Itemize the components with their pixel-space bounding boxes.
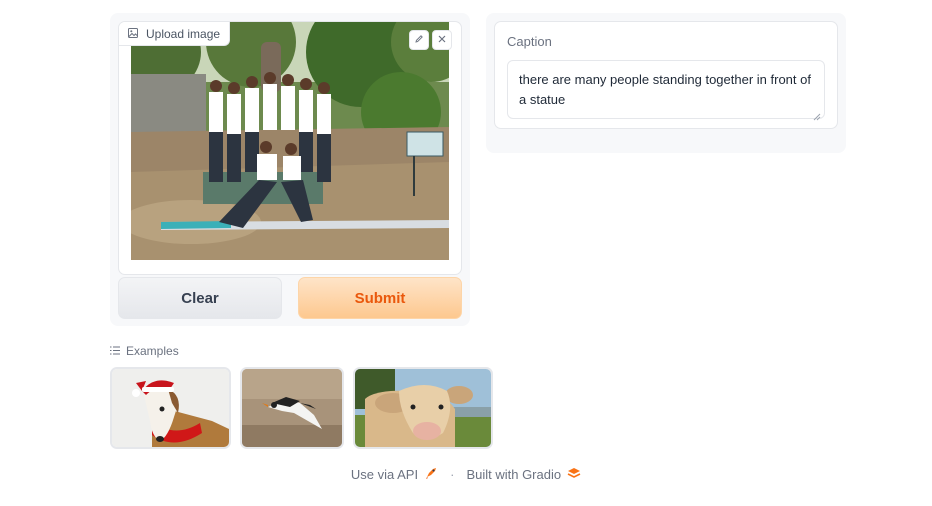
output-panel: Caption there are many people standing t…	[486, 13, 846, 153]
caption-output: Caption there are many people standing t…	[494, 21, 838, 129]
uploaded-photo	[131, 22, 449, 260]
examples-label: Examples	[126, 344, 179, 358]
edit-button[interactable]	[409, 30, 429, 50]
example-cow[interactable]	[353, 367, 493, 449]
image-input-label: Upload image	[119, 22, 231, 46]
image-icon	[128, 27, 138, 41]
built-with-gradio-text: Built with Gradio	[466, 467, 562, 482]
submit-button[interactable]: Submit	[298, 277, 462, 319]
built-with-gradio-link[interactable]: Built with Gradio	[466, 466, 581, 483]
list-icon	[110, 344, 120, 358]
gradio-logo-icon	[567, 466, 581, 483]
example-bird[interactable]	[240, 367, 344, 449]
use-via-api-text: Use via API	[350, 467, 419, 482]
footer: Use via API · Built with Gradio	[0, 466, 932, 483]
clear-button[interactable]: Clear	[118, 277, 282, 319]
caption-value: there are many people standing together …	[519, 72, 811, 107]
image-input-label-text: Upload image	[146, 26, 221, 41]
image-input[interactable]: Upload image	[118, 21, 462, 275]
close-icon	[437, 31, 447, 49]
example-dog[interactable]	[110, 367, 231, 449]
rocket-icon	[424, 466, 438, 483]
footer-separator: ·	[450, 467, 455, 482]
caption-textarea[interactable]: there are many people standing together …	[507, 60, 825, 121]
use-via-api-link[interactable]: Use via API	[351, 466, 438, 483]
remove-image-button[interactable]	[432, 30, 452, 50]
examples-header: Examples	[110, 344, 179, 358]
resize-grip-icon[interactable]	[813, 107, 821, 121]
caption-label: Caption	[507, 34, 552, 49]
pencil-icon	[414, 31, 424, 49]
input-panel: Upload image Clear Submit	[110, 13, 470, 326]
